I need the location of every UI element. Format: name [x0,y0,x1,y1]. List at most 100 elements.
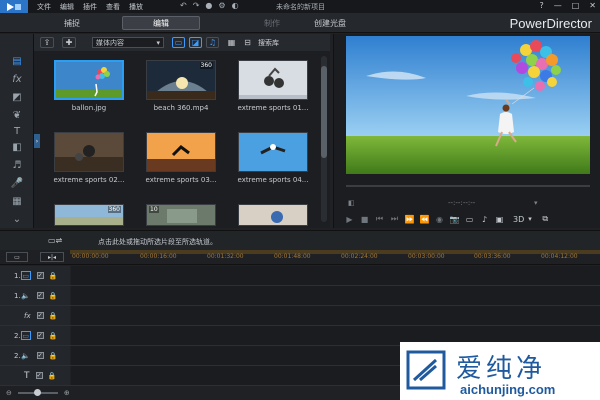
media-thumb-extreme02[interactable] [54,132,124,172]
tab-create-disc[interactable]: 创建光盘 [305,16,355,30]
track-enable-checkbox[interactable]: ✓ [36,312,44,319]
audio-track-icon: 🔈 [21,291,31,300]
record-icon[interactable]: ◉ [434,214,445,224]
3d-dropdown-icon[interactable]: ▾ [528,215,532,223]
snapshot-dropdown-icon[interactable]: ▾ [534,199,538,207]
3d-mode-button[interactable]: 3D [513,215,524,224]
show-video-icon[interactable]: ▭ [172,37,185,48]
close-button[interactable]: ✕ [589,1,596,10]
fit-timeline-icon[interactable]: ▸|◂ [40,252,64,262]
track-enable-checkbox[interactable]: ✓ [36,292,44,299]
rewind-icon[interactable]: ⏪ [419,214,430,224]
media-thumb-row3-2[interactable]: 10 [146,204,216,226]
menu-file[interactable]: 文件 [37,2,51,12]
media-thumb-row3-1[interactable]: 360 [54,204,124,226]
info-icon[interactable]: ◐ [232,1,239,10]
menu-edit[interactable]: 编辑 [60,2,74,12]
media-badge: 360 [107,206,121,213]
audio-mixing-room-icon[interactable]: ♬ [10,158,24,172]
track-enable-checkbox[interactable]: ✓ [36,272,44,279]
dv-icon[interactable]: ▣ [494,214,505,224]
library-scrollbar[interactable] [321,56,327,222]
zoom-slider[interactable] [17,389,58,396]
pip-room-icon[interactable]: ◩ [10,90,24,104]
lock-icon[interactable]: 🔒 [49,272,58,280]
voiceover-room-icon[interactable]: 🎤 [10,176,24,190]
track-body[interactable] [71,286,600,305]
media-thumb-ballon[interactable] [54,60,124,100]
track-manager-icon[interactable]: ▭ [6,252,28,262]
lock-icon[interactable]: 🔒 [49,292,58,300]
app-logo [0,0,28,13]
track-enable-checkbox[interactable]: ✓ [36,332,44,339]
particle-room-icon[interactable]: ❦ [10,108,24,122]
window-controls: ? — □ ✕ [539,1,596,10]
timecode-label[interactable]: --:--:--:-- [448,199,475,207]
media-room-icon[interactable]: ▤ [10,54,24,68]
library-filter-dropdown[interactable]: 媒体内容 ▾ [92,37,164,48]
snapshot-icon[interactable]: 📷 [449,214,460,224]
zoom-out-icon[interactable]: ⊖ [6,389,12,397]
track-enable-checkbox[interactable]: ✓ [36,352,44,359]
zoom-slider-handle[interactable] [33,389,41,396]
tab-produce[interactable]: 制作 [252,16,292,30]
import-media-icon[interactable]: ⇪ [40,37,54,48]
chapter-room-icon[interactable]: ▦ [10,194,24,208]
track-enable-checkbox[interactable]: ✓ [35,372,43,379]
media-thumb-extreme01[interactable] [238,60,308,100]
track-video-1: 1. ▭ ✓ 🔒 [0,266,600,286]
show-image-icon[interactable]: ◪ [189,37,202,48]
menu-playback[interactable]: 播放 [129,2,143,12]
list-view-icon[interactable]: ⊟ [241,37,254,48]
collapse-panel-arrow-icon[interactable]: › [34,134,40,148]
lock-icon[interactable]: 🔒 [49,352,58,360]
play-icon[interactable]: ▶ [344,214,355,224]
track-body[interactable] [71,266,600,285]
media-thumb-row3-3[interactable] [238,204,308,226]
search-library-label[interactable]: 搜索库 [258,38,279,48]
stop-icon[interactable]: ■ [359,214,370,224]
grid-view-icon[interactable]: ▦ [225,37,238,48]
track-header: 2. ▭ ✓ 🔒 [0,326,70,345]
clip-mode-label[interactable]: ◧ [348,199,355,207]
media-thumb-extreme03[interactable] [146,132,216,172]
lock-icon[interactable]: 🔒 [48,372,57,380]
volume-icon[interactable]: ♪ [479,214,490,224]
watermark: 爱纯净 aichunjing.com [400,342,600,400]
track-body[interactable] [71,306,600,325]
timeline-toolbar: ▭⇌ 点击此处或拖动所选片段至所选轨道。 [0,230,600,250]
menu-view[interactable]: 查看 [106,2,120,12]
preview-scrubber[interactable] [346,185,590,187]
media-thumb-beach360[interactable]: 360 [146,60,216,100]
media-thumb-extreme04[interactable] [238,132,308,172]
plugins-icon[interactable]: ✚ [62,37,76,48]
menu-plugins[interactable]: 插件 [83,2,97,12]
expand-rooms-icon[interactable]: ⌄ [10,212,24,226]
show-audio-icon[interactable]: ♫ [206,37,219,48]
insert-clip-icon[interactable]: ▭⇌ [48,236,62,245]
redo-icon[interactable]: ↷ [193,1,200,10]
media-badge: 10 [149,206,159,213]
settings-gear-icon[interactable]: ⚙ [218,1,225,10]
subtitle-icon[interactable]: ▭ [464,214,475,224]
library-scrollbar-thumb[interactable] [321,66,327,158]
title-track-icon: T [24,370,30,381]
maximize-button[interactable]: □ [572,1,580,10]
undock-preview-icon[interactable]: ⧉ [540,214,551,224]
lock-icon[interactable]: 🔒 [49,332,58,340]
undo-icon[interactable]: ↶ [180,1,187,10]
next-frame-icon[interactable]: ⏭ [389,214,400,224]
transition-room-icon[interactable]: ◧ [10,140,24,154]
effects-room-icon[interactable]: fx [10,72,24,86]
upgrade-icon[interactable]: ● [205,1,212,10]
zoom-in-icon[interactable]: ⊕ [64,389,70,397]
title-room-icon[interactable]: T [10,124,24,138]
fast-forward-icon[interactable]: ⏩ [404,214,415,224]
previous-frame-icon[interactable]: ⏮ [374,214,385,224]
lock-icon[interactable]: 🔒 [49,312,58,320]
tab-edit[interactable]: 编辑 [122,16,200,30]
tab-capture[interactable]: 捕捉 [52,16,92,30]
minimize-button[interactable]: — [554,1,562,10]
help-button[interactable]: ? [539,1,543,10]
watermark-url: aichunjing.com [460,382,556,397]
